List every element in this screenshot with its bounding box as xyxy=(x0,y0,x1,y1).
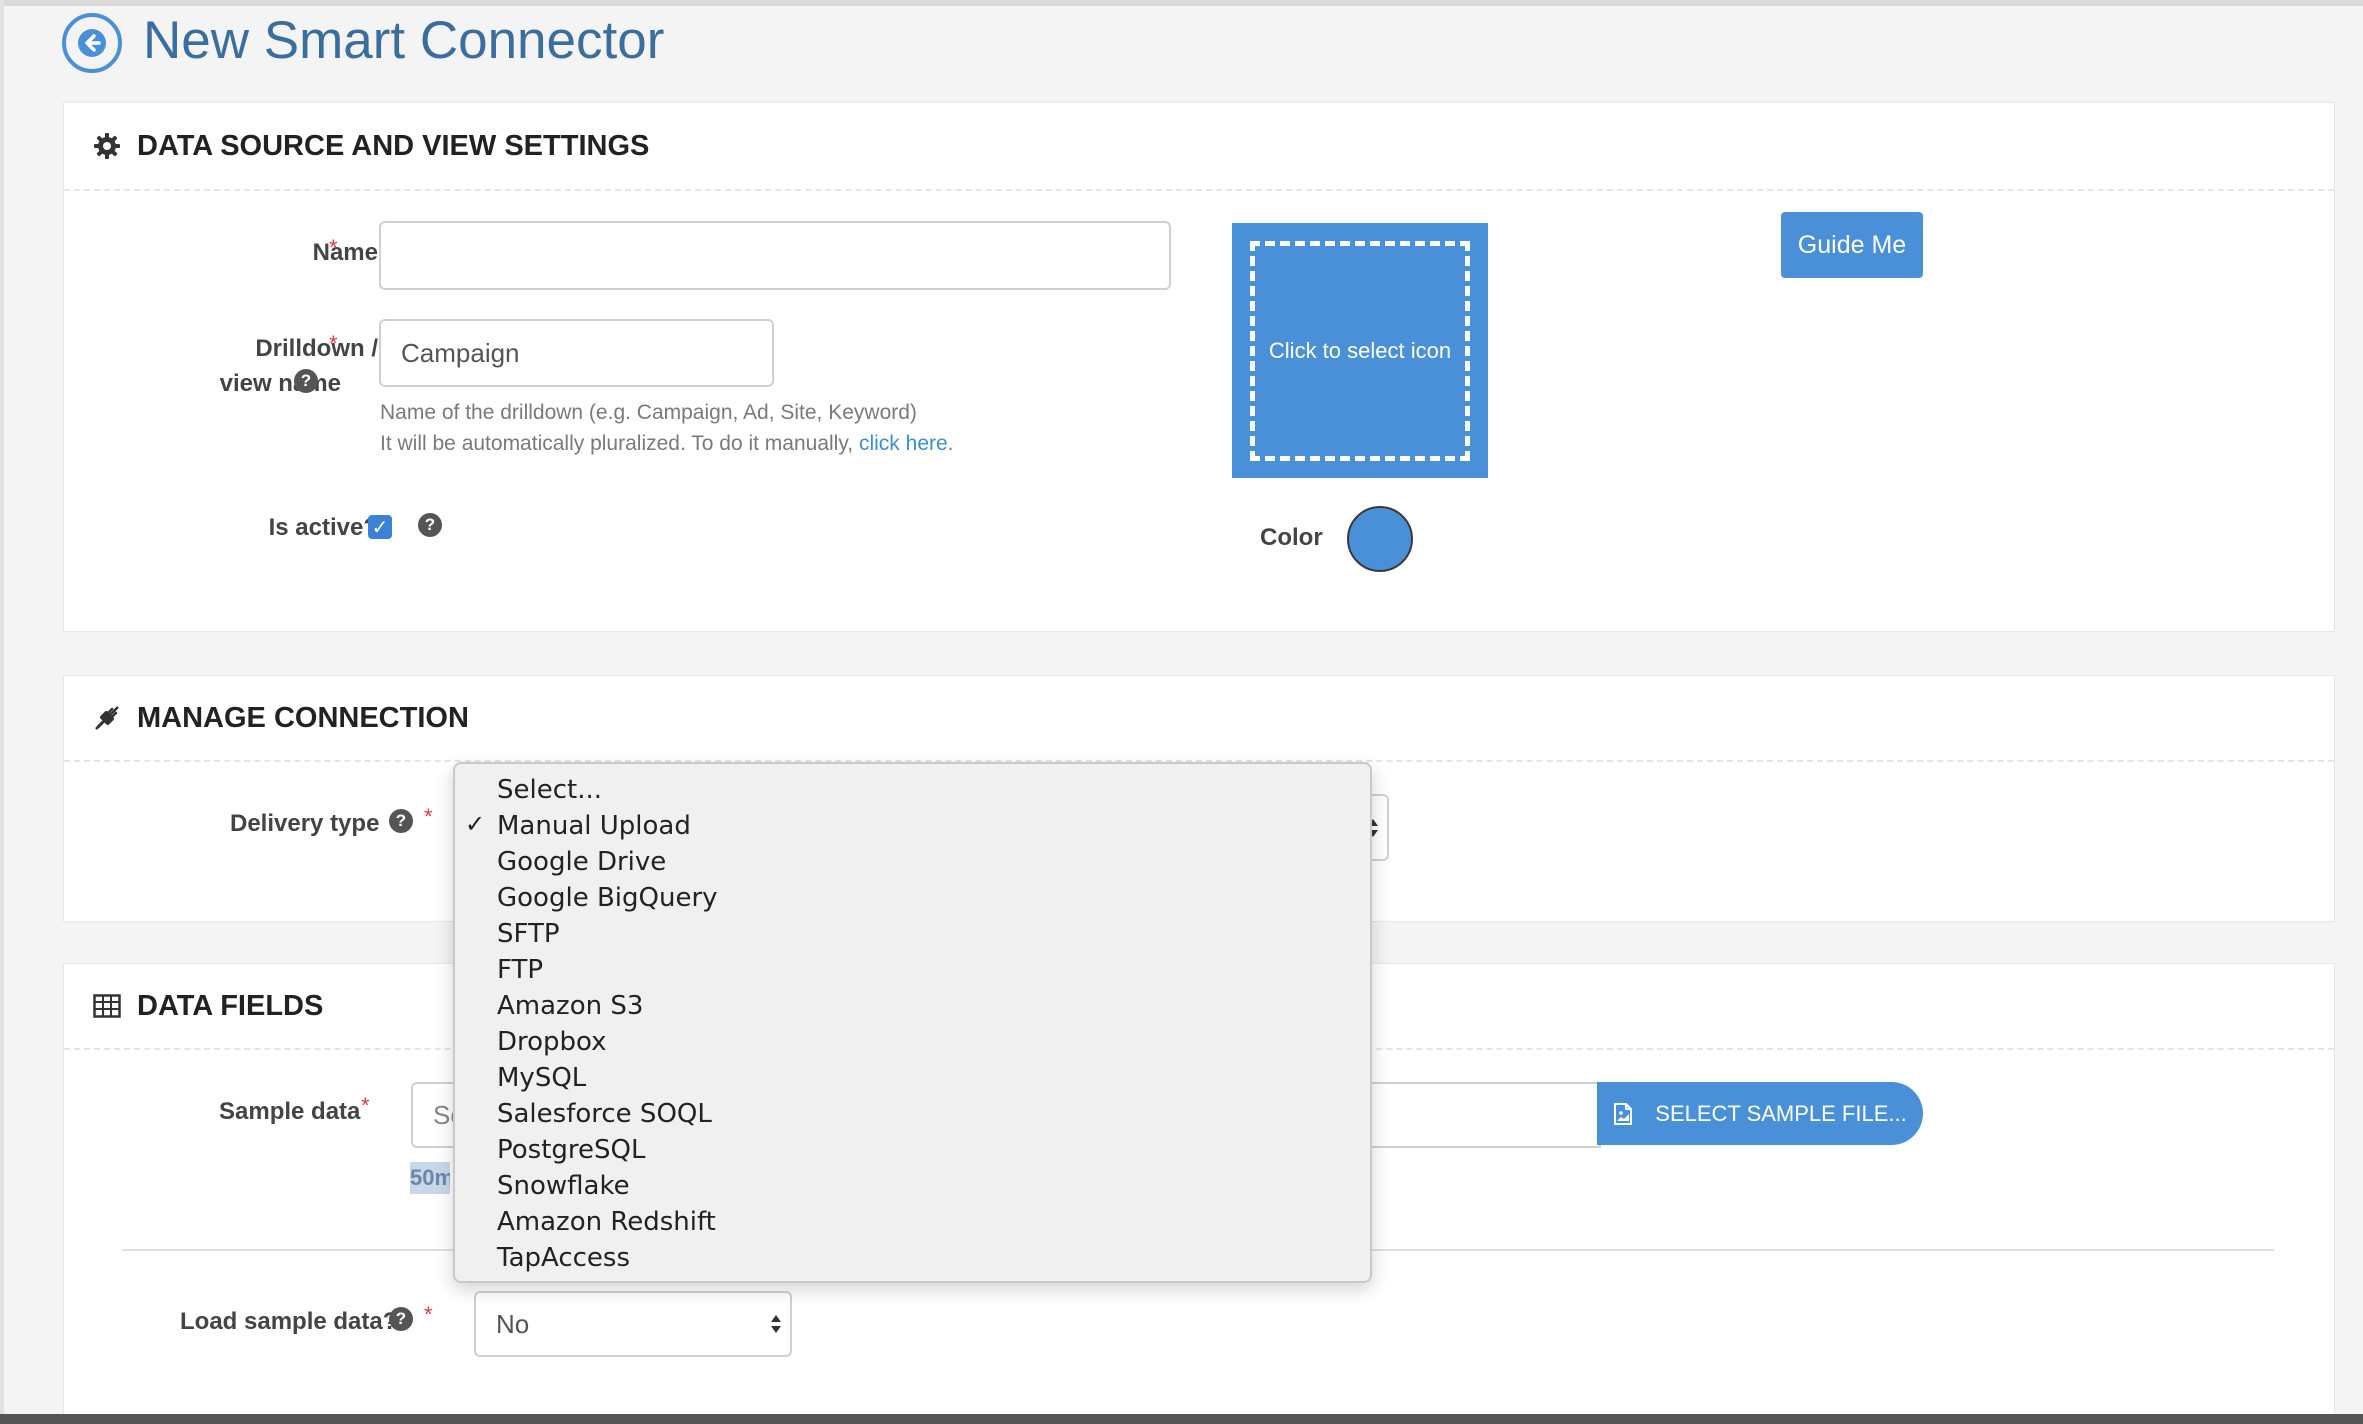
load-sample-value: No xyxy=(496,1308,530,1339)
dropdown-option-tapaccess[interactable]: TapAccess xyxy=(455,1240,1370,1276)
checkmark-icon: ✓ xyxy=(465,810,486,838)
name-label: Name xyxy=(312,239,378,266)
icon-picker[interactable]: Click to select icon xyxy=(1232,223,1488,478)
select-arrows-icon xyxy=(771,1315,781,1333)
drilldown-help-icon[interactable]: ? xyxy=(294,369,318,393)
load-sample-label: Load sample data? xyxy=(180,1308,398,1335)
load-sample-required-mark: * xyxy=(424,1302,433,1327)
dropdown-option-google-drive[interactable]: Google Drive xyxy=(455,844,1370,880)
icon-picker-label: Click to select icon xyxy=(1250,240,1470,461)
drilldown-help-line1: Name of the drilldown (e.g. Campaign, Ad… xyxy=(380,401,917,424)
dropdown-option-dropbox[interactable]: Dropbox xyxy=(455,1024,1370,1060)
dropdown-option-amazon-s3[interactable]: Amazon S3 xyxy=(455,988,1370,1024)
drilldown-help-end: . xyxy=(947,432,954,455)
option-label: PostgreSQL xyxy=(497,1135,646,1165)
dropdown-option-manual-upload[interactable]: ✓ Manual Upload xyxy=(455,808,1370,844)
color-picker[interactable] xyxy=(1347,506,1413,572)
left-border xyxy=(0,0,4,1424)
gear-icon xyxy=(92,131,122,161)
name-input[interactable] xyxy=(379,221,1171,290)
drilldown-help-line2-text: It will be automatically pluralized. To … xyxy=(380,432,854,455)
dropdown-option-postgresql[interactable]: PostgreSQL xyxy=(455,1132,1370,1168)
dropdown-option-mysql[interactable]: MySQL xyxy=(455,1060,1370,1096)
option-label: Manual Upload xyxy=(497,811,691,841)
is-active-label: Is active? xyxy=(268,514,378,541)
file-image-icon xyxy=(1613,1102,1633,1126)
bottom-border xyxy=(0,1414,2363,1424)
option-label: MySQL xyxy=(497,1063,587,1093)
option-label: Google Drive xyxy=(497,847,667,877)
option-label: FTP xyxy=(497,955,544,985)
table-icon xyxy=(92,991,122,1021)
option-label: Snowflake xyxy=(497,1171,630,1201)
option-label: Amazon Redshift xyxy=(497,1207,716,1237)
sample-data-label: Sample data xyxy=(219,1098,361,1125)
click-here-link[interactable]: click here xyxy=(859,432,948,455)
back-button[interactable] xyxy=(62,13,122,73)
drilldown-help-line2: It will be automatically pluralized. To … xyxy=(380,428,954,459)
dropdown-option-amazon-redshift[interactable]: Amazon Redshift xyxy=(455,1204,1370,1240)
data-source-title: DATA SOURCE AND VIEW SETTINGS xyxy=(137,129,650,162)
manage-connection-header: MANAGE CONNECTION xyxy=(64,676,2334,762)
is-active-help-icon[interactable]: ? xyxy=(418,513,442,537)
data-fields-title: DATA FIELDS xyxy=(137,989,324,1022)
plug-icon xyxy=(92,703,122,733)
sample-data-required-mark: * xyxy=(361,1093,370,1118)
option-label: Google BigQuery xyxy=(497,883,718,913)
sample-size-hint: 50m xyxy=(410,1162,450,1194)
color-label: Color xyxy=(1260,524,1323,551)
option-label: Dropbox xyxy=(497,1027,607,1057)
load-sample-select[interactable]: No xyxy=(474,1291,792,1357)
dropdown-option-sftp[interactable]: SFTP xyxy=(455,916,1370,952)
dropdown-option-select[interactable]: Select... xyxy=(455,772,1370,808)
name-required-mark: * xyxy=(329,235,338,260)
manage-connection-title: MANAGE CONNECTION xyxy=(137,701,469,734)
delivery-type-label: Delivery type xyxy=(230,810,380,837)
page-title: New Smart Connector xyxy=(143,11,665,70)
option-label: Amazon S3 xyxy=(497,991,644,1021)
option-label: SFTP xyxy=(497,919,560,949)
drilldown-label-line2: view name xyxy=(219,370,341,397)
top-border xyxy=(0,0,2363,6)
drilldown-required-mark: * xyxy=(329,331,338,356)
data-source-header: DATA SOURCE AND VIEW SETTINGS xyxy=(64,103,2334,191)
arrow-left-icon xyxy=(78,29,106,57)
dropdown-option-google-bigquery[interactable]: Google BigQuery xyxy=(455,880,1370,916)
option-label: TapAccess xyxy=(497,1243,631,1273)
drilldown-input[interactable]: Campaign xyxy=(379,319,774,387)
delivery-type-dropdown[interactable]: Select... ✓ Manual Upload Google Drive Go… xyxy=(453,762,1372,1283)
delivery-type-help-icon[interactable]: ? xyxy=(389,809,413,833)
data-source-panel: DATA SOURCE AND VIEW SETTINGS Name * Dri… xyxy=(63,102,2335,632)
drilldown-help-text: Name of the drilldown (e.g. Campaign, Ad… xyxy=(380,397,954,459)
guide-me-button[interactable]: Guide Me xyxy=(1781,212,1923,278)
option-label: Salesforce SOQL xyxy=(497,1099,712,1129)
load-sample-help-icon[interactable]: ? xyxy=(389,1307,413,1331)
dropdown-option-salesforce-soql[interactable]: Salesforce SOQL xyxy=(455,1096,1370,1132)
dropdown-option-ftp[interactable]: FTP xyxy=(455,952,1370,988)
is-active-checkbox[interactable]: ✓ xyxy=(368,515,392,539)
option-label: Select... xyxy=(497,775,603,805)
delivery-type-required-mark: * xyxy=(424,804,433,829)
select-sample-file-button[interactable]: SELECT SAMPLE FILE... xyxy=(1597,1082,1923,1145)
drilldown-label-line1: Drilldown / xyxy=(255,335,378,362)
dropdown-option-snowflake[interactable]: Snowflake xyxy=(455,1168,1370,1204)
select-sample-file-label: SELECT SAMPLE FILE... xyxy=(1655,1100,1907,1126)
